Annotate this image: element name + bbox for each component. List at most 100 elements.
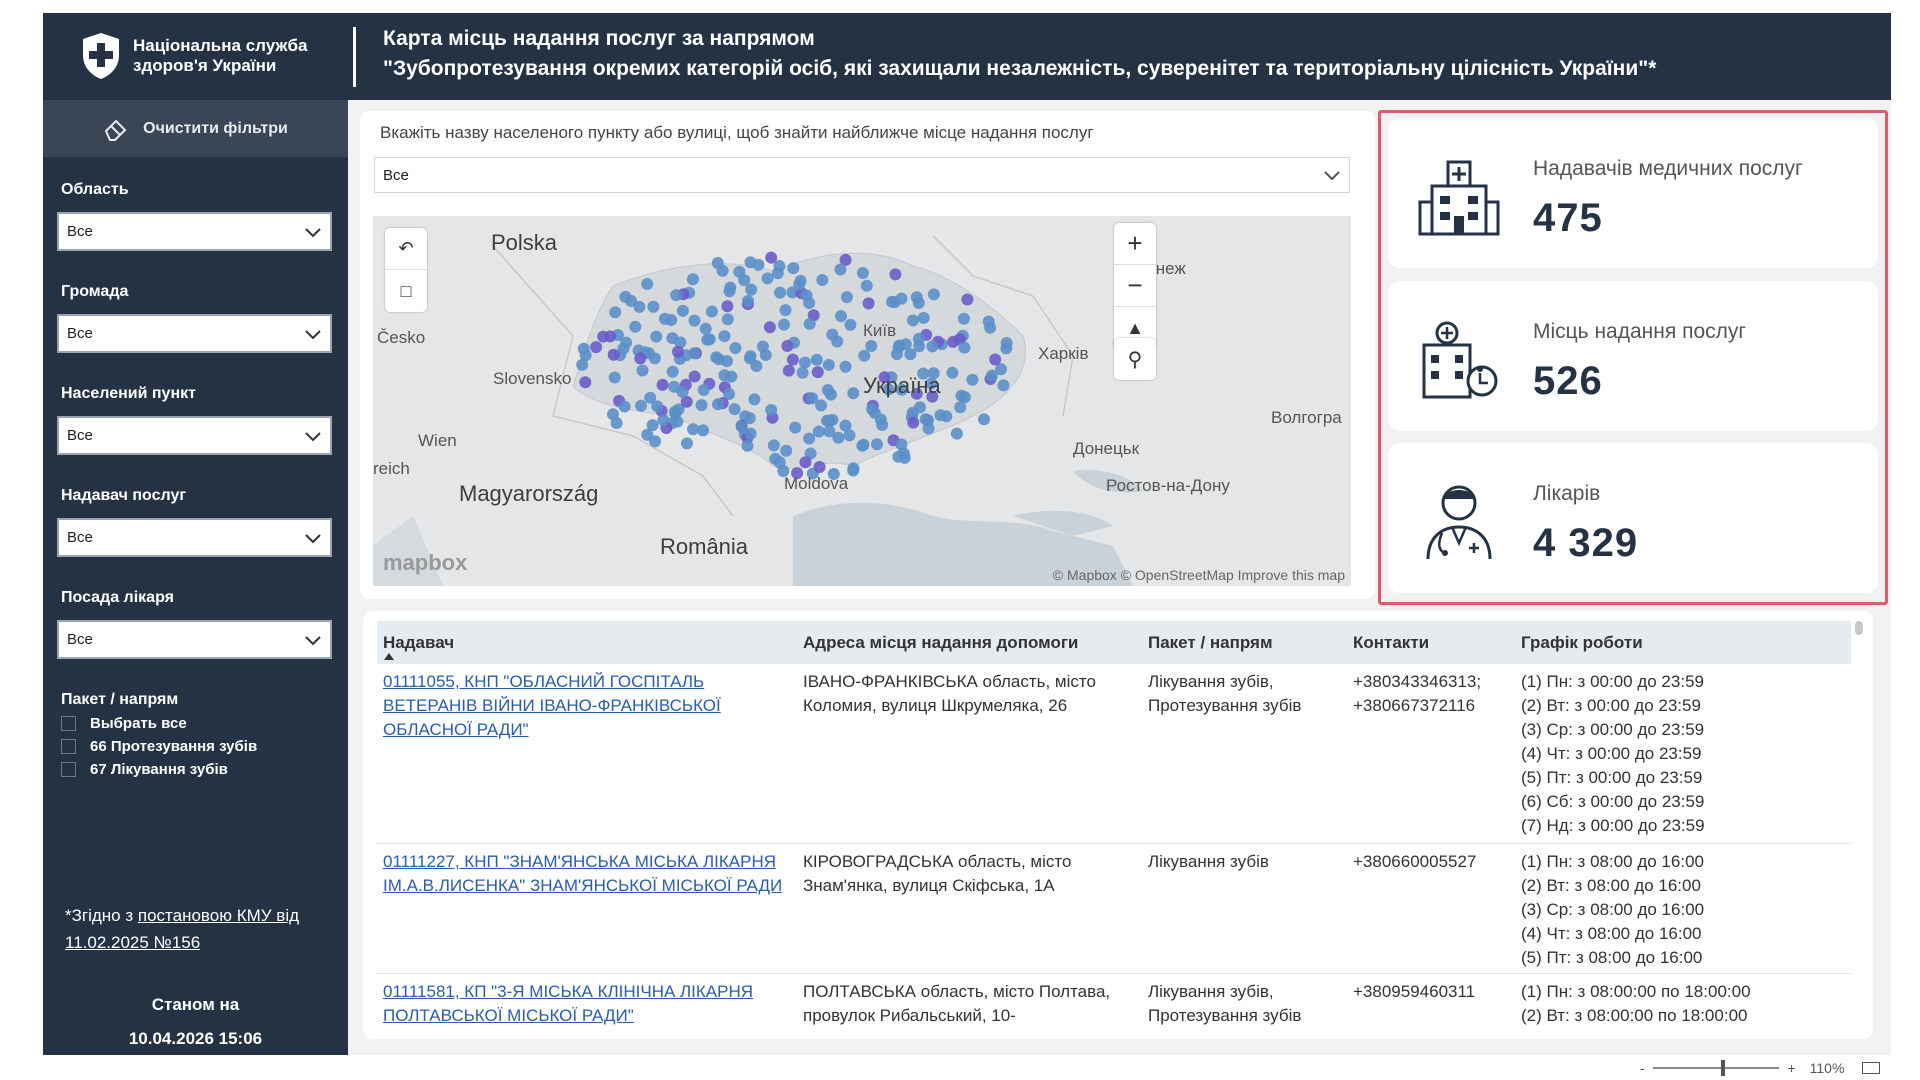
provider-marker[interactable] [590, 341, 603, 354]
provider-marker[interactable] [1000, 342, 1013, 355]
provider-marker[interactable] [686, 273, 699, 286]
checkbox[interactable] [61, 762, 76, 777]
provider-link[interactable]: 01111581, КП "3-Я МІСЬКА КЛІНІЧНА ЛІКАРН… [383, 982, 753, 1025]
provider-marker[interactable] [688, 314, 701, 327]
provider-marker[interactable] [787, 262, 800, 275]
provider-marker[interactable] [604, 330, 617, 343]
provider-marker[interactable] [716, 264, 729, 277]
provider-marker[interactable] [865, 340, 878, 352]
zoom-in-icon[interactable]: + [1114, 223, 1156, 265]
provider-marker[interactable] [858, 349, 871, 362]
provider-marker[interactable] [697, 384, 710, 396]
provider-marker[interactable] [779, 304, 792, 317]
provider-marker[interactable] [844, 318, 857, 331]
provider-marker[interactable] [718, 330, 731, 343]
column-header-package[interactable]: Пакет / напрям [1148, 633, 1273, 653]
provider-marker[interactable] [860, 279, 873, 292]
location-search-select[interactable]: Все [374, 157, 1350, 193]
provider-marker[interactable] [856, 267, 869, 279]
provider-marker[interactable] [982, 315, 995, 328]
clear-filters-button[interactable]: Очистити фільтри [43, 100, 348, 157]
provider-marker[interactable] [958, 341, 971, 354]
provider-marker[interactable] [609, 306, 622, 319]
provider-marker[interactable] [778, 318, 790, 331]
provider-marker[interactable] [705, 305, 718, 318]
provider-marker[interactable] [822, 358, 835, 371]
provider-marker[interactable] [806, 392, 819, 405]
provider-marker[interactable] [647, 300, 660, 313]
provider-marker[interactable] [782, 364, 795, 377]
provider-marker[interactable] [927, 288, 940, 301]
provider-marker[interactable] [703, 333, 716, 346]
provider-marker[interactable] [774, 286, 787, 299]
column-header-provider[interactable]: Надавач [383, 633, 454, 653]
provider-marker[interactable] [756, 340, 769, 353]
provider-marker[interactable] [954, 401, 967, 414]
provider-marker[interactable] [889, 268, 902, 281]
provider-marker[interactable] [688, 347, 701, 360]
provider-marker[interactable] [579, 376, 592, 389]
zoom-slider[interactable] [1652, 1060, 1780, 1076]
provider-marker[interactable] [769, 452, 782, 465]
provider-marker[interactable] [780, 444, 793, 457]
column-header-schedule[interactable]: Графік роботи [1521, 633, 1643, 653]
provider-marker[interactable] [871, 438, 883, 451]
provider-marker[interactable] [733, 265, 746, 278]
provider-marker[interactable] [800, 289, 813, 302]
provider-marker[interactable] [636, 364, 649, 377]
providers-map[interactable]: Polska Česko Slovensko Wien reich Magyar… [373, 216, 1351, 586]
provider-marker[interactable] [946, 366, 959, 379]
provider-marker[interactable] [907, 416, 920, 429]
provider-marker[interactable] [765, 404, 778, 416]
provider-marker[interactable] [835, 310, 847, 323]
provider-marker[interactable] [657, 414, 670, 427]
provider-marker[interactable] [665, 314, 678, 326]
provider-marker[interactable] [745, 283, 758, 296]
zoom-slider-thumb[interactable] [1720, 1060, 1725, 1076]
provider-marker[interactable] [676, 386, 689, 398]
reset-view-icon[interactable]: ↶ [385, 228, 427, 270]
provider-marker[interactable] [650, 330, 663, 343]
provider-marker[interactable] [666, 332, 679, 345]
mapbox-logo[interactable]: mapbox [383, 550, 467, 576]
package-option-select-all[interactable]: Выбрать все [61, 715, 187, 732]
provider-marker[interactable] [811, 366, 824, 379]
provider-marker[interactable] [676, 304, 689, 317]
provider-marker[interactable] [926, 340, 939, 353]
provider-marker[interactable] [862, 297, 875, 310]
provider-marker[interactable] [607, 408, 619, 421]
provider-marker[interactable] [961, 293, 974, 306]
provider-marker[interactable] [922, 414, 934, 427]
provider-marker[interactable] [917, 311, 930, 324]
map-search-icon[interactable]: ⚲ [1114, 338, 1156, 380]
provider-marker[interactable] [812, 425, 825, 438]
provider-marker[interactable] [891, 348, 903, 361]
provider-marker[interactable] [781, 340, 794, 352]
zoom-out-button[interactable]: - [1640, 1060, 1645, 1076]
provider-marker[interactable] [634, 352, 647, 365]
provider-marker[interactable] [950, 427, 963, 440]
lasso-select-icon[interactable]: □ [385, 270, 427, 312]
provider-marker[interactable] [723, 285, 736, 298]
filter-oblast-select[interactable]: Все [57, 212, 332, 251]
provider-marker[interactable] [789, 421, 802, 434]
provider-marker[interactable] [651, 400, 664, 413]
provider-marker[interactable] [646, 419, 659, 432]
provider-marker[interactable] [796, 366, 809, 379]
provider-marker[interactable] [641, 278, 654, 290]
provider-marker[interactable] [767, 439, 780, 452]
checkbox[interactable] [61, 739, 76, 754]
provider-marker[interactable] [955, 389, 968, 402]
table-scrollbar[interactable] [1855, 621, 1863, 635]
column-header-address[interactable]: Адреса місця надання допомоги [803, 633, 1078, 653]
provider-marker[interactable] [839, 360, 852, 373]
provider-marker[interactable] [748, 393, 761, 406]
filter-hromada-select[interactable]: Все [57, 314, 332, 353]
provider-marker[interactable] [670, 289, 683, 302]
provider-marker[interactable] [840, 291, 853, 304]
provider-marker[interactable] [681, 437, 693, 450]
provider-marker[interactable] [831, 335, 844, 348]
provider-marker[interactable] [810, 353, 823, 366]
provider-marker[interactable] [656, 378, 669, 391]
provider-marker[interactable] [847, 387, 860, 400]
